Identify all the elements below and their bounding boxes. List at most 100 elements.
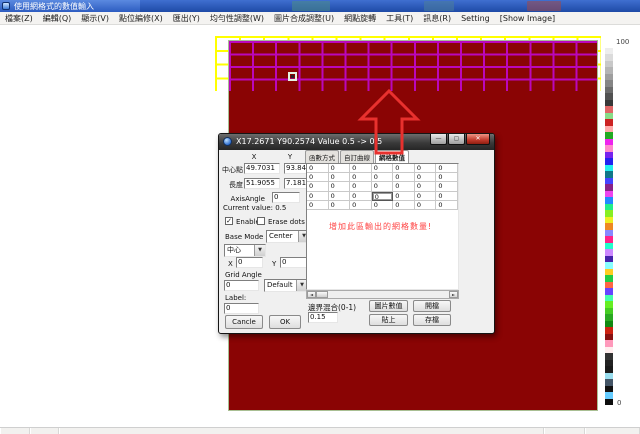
- open-file-button[interactable]: 開檔: [413, 300, 451, 312]
- axis-angle-label: AxisAngle: [221, 195, 265, 203]
- grid-cell[interactable]: 0: [329, 192, 351, 201]
- minimize-button[interactable]: —: [430, 134, 447, 145]
- menu-item[interactable]: 檔案(Z): [0, 13, 38, 24]
- scrollbar-thumb[interactable]: [316, 291, 328, 298]
- menu-item[interactable]: [Show Image]: [495, 14, 560, 23]
- menu-item[interactable]: 編輯(Q): [38, 13, 77, 24]
- grid-angle-field[interactable]: 0: [224, 280, 259, 291]
- scroll-right-icon[interactable]: ►: [449, 291, 458, 298]
- grid-cell[interactable]: 0: [415, 201, 437, 210]
- grid-cell[interactable]: 0: [415, 192, 437, 201]
- main-titlebar[interactable]: 使用網格式的數值輸入: [0, 0, 640, 12]
- menu-item[interactable]: 點位編修(X): [114, 13, 168, 24]
- scale-max-label: 100: [616, 38, 629, 46]
- titlebar-artifact: [292, 1, 330, 11]
- grid-cell[interactable]: 0: [415, 173, 437, 182]
- grid-angle-mode-select[interactable]: Default▼: [264, 279, 308, 292]
- ok-button[interactable]: OK: [269, 315, 301, 329]
- base-mode-select[interactable]: Center▼: [266, 230, 310, 243]
- grid-cell[interactable]: 0: [329, 173, 351, 182]
- anchor-select[interactable]: 中心▼: [224, 244, 266, 257]
- status-segment: [585, 428, 640, 434]
- image-values-button[interactable]: 圖片數值: [369, 300, 408, 312]
- grid-cell[interactable]: 0: [436, 164, 458, 173]
- palette-swatch[interactable]: [605, 399, 613, 406]
- grid-cell[interactable]: 0: [372, 182, 394, 191]
- label-field[interactable]: 0: [224, 303, 259, 314]
- menu-item[interactable]: 網點旋轉: [339, 13, 381, 24]
- menu-item[interactable]: 匯出(Y): [168, 13, 205, 24]
- dialog-tabs: 函數方式自訂曲線網格數值: [305, 153, 410, 163]
- close-button[interactable]: ✕: [466, 134, 490, 145]
- grid-cell[interactable]: 0: [350, 192, 372, 201]
- selected-cell-marker: [288, 72, 297, 81]
- grid-horizontal-scrollbar[interactable]: ◄ ►: [306, 290, 459, 299]
- menu-item[interactable]: 訊息(R): [418, 13, 456, 24]
- application-window: 使用網格式的數值輸入 檔案(Z)編輯(Q)顯示(V)點位編修(X)匯出(Y)均勻…: [0, 0, 640, 434]
- color-palette: [605, 41, 613, 405]
- grid-cell[interactable]: 0: [436, 173, 458, 182]
- menu-bar: 檔案(Z)編輯(Q)顯示(V)點位編修(X)匯出(Y)均勻性調整(W)圖片合成調…: [0, 12, 640, 25]
- enabled-checkbox[interactable]: ✓: [225, 217, 233, 225]
- status-segment: [30, 428, 59, 434]
- grid-cell[interactable]: 0: [307, 192, 329, 201]
- paste-button[interactable]: 貼上: [369, 314, 408, 326]
- grid-cell[interactable]: 0: [307, 182, 329, 191]
- grid-cell[interactable]: 0: [393, 201, 415, 210]
- status-segment: [544, 428, 585, 434]
- grid-cell[interactable]: 0: [329, 201, 351, 210]
- y-offset-field[interactable]: 0: [280, 257, 307, 268]
- window-title: 使用網格式的數值輸入: [14, 1, 94, 12]
- x-offset-field[interactable]: 0: [236, 257, 263, 268]
- grid-cell[interactable]: 0: [307, 173, 329, 182]
- grid-cell[interactable]: 0: [436, 201, 458, 210]
- center-x-field[interactable]: 49.7031: [244, 163, 280, 174]
- red-annotation-text: 增加此區輸出的網格數量!: [329, 221, 432, 232]
- menu-item[interactable]: 均勻性調整(W): [205, 13, 269, 24]
- grid-cell[interactable]: 0: [307, 201, 329, 210]
- menu-item[interactable]: Setting: [456, 14, 495, 23]
- grid-cell[interactable]: 0: [393, 182, 415, 191]
- scroll-left-icon[interactable]: ◄: [307, 291, 316, 298]
- grid-cell[interactable]: 0: [329, 182, 351, 191]
- status-segment: [59, 428, 544, 434]
- chevron-down-icon[interactable]: ▼: [254, 245, 265, 256]
- titlebar-artifact: [424, 1, 454, 11]
- grid-cell[interactable]: 0: [415, 164, 437, 173]
- save-file-button[interactable]: 存檔: [413, 314, 451, 326]
- grid-cell[interactable]: 0: [307, 164, 329, 173]
- grid-cell[interactable]: 0: [372, 173, 394, 182]
- grid-cell[interactable]: 0: [350, 173, 372, 182]
- menu-item[interactable]: 工具(T): [381, 13, 418, 24]
- grid-cell[interactable]: 0: [393, 164, 415, 173]
- grid-cell[interactable]: 0: [350, 201, 372, 210]
- inner-grid-lines: [229, 41, 597, 91]
- menu-item[interactable]: 圖片合成調整(U): [269, 13, 339, 24]
- column-header-y: Y: [283, 153, 297, 161]
- maximize-button[interactable]: ▢: [448, 134, 465, 145]
- grid-cell[interactable]: 0: [372, 201, 394, 210]
- boundary-blend-field[interactable]: 0.15: [308, 312, 338, 323]
- grid-cell[interactable]: 0: [372, 192, 394, 201]
- cancel-button[interactable]: Cancle: [225, 315, 263, 329]
- grid-cell[interactable]: 0: [350, 182, 372, 191]
- grid-cell[interactable]: 0: [393, 173, 415, 182]
- center-label: 中心點: [221, 165, 243, 175]
- app-icon: [2, 2, 10, 10]
- dialog-icon: [223, 137, 232, 146]
- grid-cell[interactable]: 0: [415, 182, 437, 191]
- dialog-tab[interactable]: 函數方式: [305, 150, 339, 163]
- dialog-tab[interactable]: 自訂曲線: [340, 150, 374, 163]
- dialog-titlebar[interactable]: X17.2671 Y90.2574 Value 0.5 -> 0.5 — ▢ ✕: [219, 134, 494, 150]
- grid-cell[interactable]: 0: [436, 192, 458, 201]
- grid-cell[interactable]: 0: [350, 164, 372, 173]
- length-x-field[interactable]: 51.9055: [244, 178, 280, 189]
- grid-cell[interactable]: 0: [436, 182, 458, 191]
- grid-cell[interactable]: 0: [329, 164, 351, 173]
- grid-cell[interactable]: 0: [372, 164, 394, 173]
- erase-dots-checkbox[interactable]: [257, 217, 265, 225]
- menu-item[interactable]: 顯示(V): [76, 13, 114, 24]
- grid-cell[interactable]: 0: [393, 192, 415, 201]
- dialog-tab[interactable]: 網格數值: [375, 150, 409, 164]
- axis-angle-field[interactable]: 0: [272, 192, 300, 203]
